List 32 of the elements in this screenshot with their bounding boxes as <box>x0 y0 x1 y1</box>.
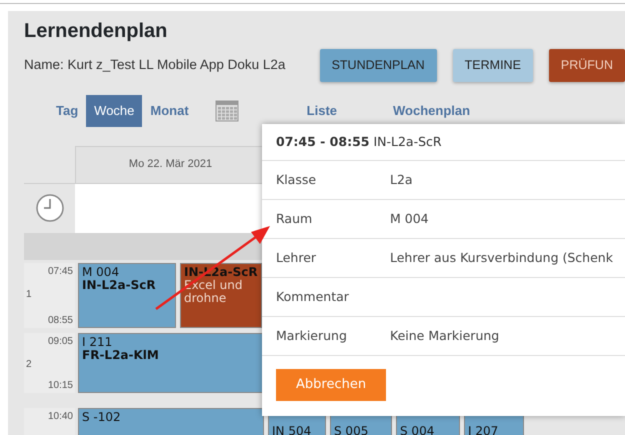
view-tab[interactable]: Tag <box>48 95 86 126</box>
start-time: 07:45 <box>48 264 73 278</box>
field-value: M 004 <box>390 210 429 228</box>
view-tab[interactable]: Liste <box>298 95 346 126</box>
student-name: Name: Kurt z_Test LL Mobile App Doku L2a <box>23 56 286 74</box>
view-button[interactable]: TERMINE <box>452 49 533 82</box>
end-time: 08:55 <box>48 314 73 328</box>
field-value: L2a <box>390 170 413 189</box>
page-title: Lernendenplan <box>23 19 168 43</box>
end-time: 10:15 <box>48 378 73 392</box>
period-number: 1 <box>26 288 32 302</box>
field-label: Klasse <box>276 170 318 189</box>
field-label: Lehrer <box>276 248 318 267</box>
start-time: 10:40 <box>48 410 73 424</box>
view-button[interactable]: PRÜFUN <box>548 49 625 82</box>
view-tab[interactable]: Monat <box>142 95 197 126</box>
field-label: Markierung <box>276 326 348 345</box>
calendar-icon[interactable] <box>214 100 239 122</box>
field-label: Kommentar <box>276 288 350 306</box>
field-value: Lehrer aus Kursverbindung (Schenk <box>390 248 613 267</box>
field-value: Keine Markierung <box>390 326 500 345</box>
clock-icon <box>34 193 64 223</box>
lesson-event[interactable]: S -102 <box>78 408 264 435</box>
view-button[interactable]: STUNDENPLAN <box>320 49 437 82</box>
field-label: Raum <box>276 210 314 228</box>
lesson-event[interactable]: M 004 IN-L2a-ScR <box>78 262 176 328</box>
start-time: 09:05 <box>48 334 73 348</box>
period-number: 2 <box>26 358 32 372</box>
popup-heading: 07:45 - 08:55 IN-L2a-ScR <box>275 133 443 151</box>
view-tab[interactable]: Wochenplan <box>385 95 478 126</box>
day-header: Mo 22. Mär 2021 <box>75 146 265 182</box>
view-tab[interactable]: Woche <box>86 95 142 126</box>
